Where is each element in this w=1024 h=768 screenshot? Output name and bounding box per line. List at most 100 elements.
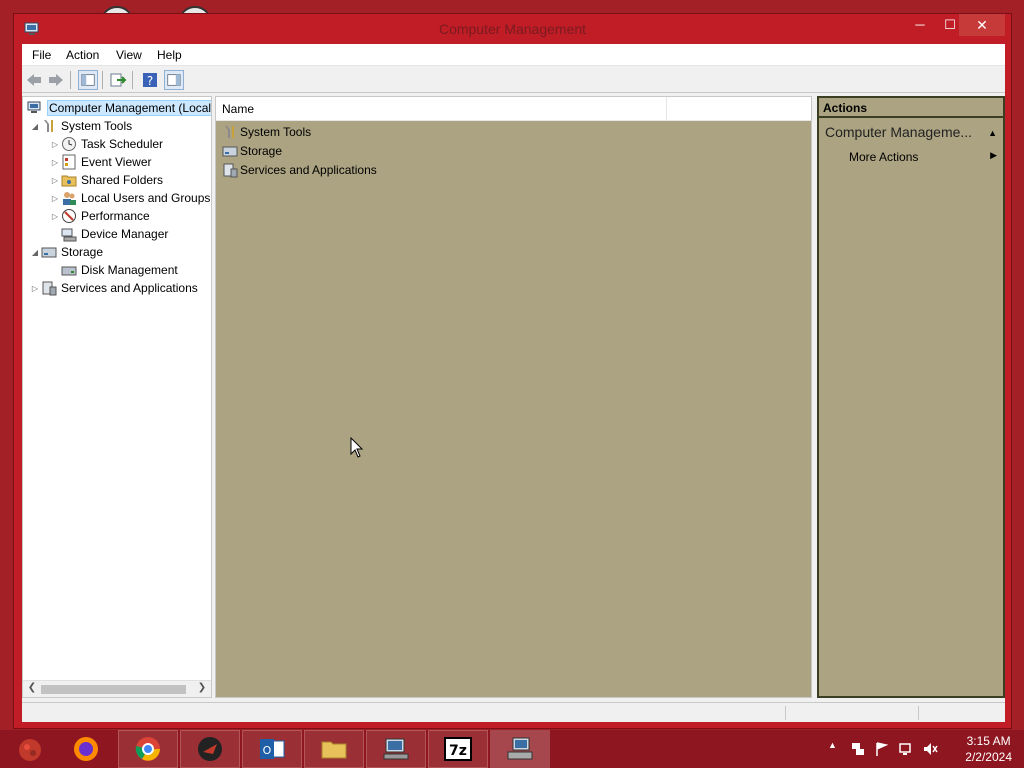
outlook-icon: O xyxy=(260,739,285,759)
computer-management-icon xyxy=(27,100,43,116)
computer-management-icon xyxy=(507,737,533,760)
menu-help[interactable]: Help xyxy=(157,48,182,62)
clock-time: 3:15 AM xyxy=(966,734,1011,748)
taskbar-7zip[interactable]: 7z xyxy=(428,730,488,768)
status-divider xyxy=(918,706,919,720)
taskbar-network[interactable] xyxy=(366,730,426,768)
menu-file[interactable]: File xyxy=(32,48,51,62)
tree-item-device-manager[interactable]: Device Manager xyxy=(49,225,168,243)
minimize-button[interactable]: ─ xyxy=(905,14,935,36)
start-orb-icon xyxy=(19,739,41,761)
expand-arrow-icon[interactable]: ▷ xyxy=(49,140,61,149)
tree-item-shared-folders[interactable]: ▷ Shared Folders xyxy=(49,171,163,189)
tree-item-computer-management[interactable]: Computer Management (Local xyxy=(27,99,211,117)
column-name-header[interactable]: Name xyxy=(222,102,254,116)
7zip-icon: 7z xyxy=(444,737,472,761)
client-area: File Action View Help ? Computer Managem… xyxy=(22,44,1005,722)
window-title: Computer Management xyxy=(438,21,587,37)
volume-muted-icon[interactable] xyxy=(922,741,938,757)
actions-pane: Actions Computer Manageme... ▲ More Acti… xyxy=(817,96,1005,698)
taskbar-outlook[interactable]: O xyxy=(242,730,302,768)
title-bar[interactable]: Computer Management ─ ☐ ✕ xyxy=(14,14,1011,44)
expand-arrow-icon[interactable]: ▷ xyxy=(49,158,61,167)
tree-item-local-users-groups[interactable]: ▷ Local Users and Groups xyxy=(49,189,210,207)
expand-arrow-icon[interactable]: ▷ xyxy=(49,194,61,203)
taskbar-computer-management[interactable] xyxy=(490,730,550,768)
services-icon xyxy=(41,280,57,296)
collapse-triangle-icon[interactable]: ▲ xyxy=(988,128,997,138)
action-center-flag-icon[interactable] xyxy=(874,741,890,757)
network-computer-icon xyxy=(383,738,409,760)
network-status-icon[interactable] xyxy=(898,741,914,757)
taskbar-clock[interactable]: 3:15 AM 2/2/2024 xyxy=(965,733,1012,765)
clock-icon xyxy=(61,136,77,152)
list-item[interactable]: Services and Applications xyxy=(222,161,377,179)
show-hidden-icons-icon[interactable]: ▲ xyxy=(828,740,837,750)
device-manager-icon xyxy=(61,226,77,242)
list-item[interactable]: Storage xyxy=(222,142,282,160)
toolbar-separator xyxy=(102,71,103,89)
menu-bar: File Action View Help xyxy=(22,44,1005,66)
disk-icon xyxy=(61,262,77,278)
console-tree: Computer Management (Local ◢ System Tool… xyxy=(22,96,212,698)
actions-header: Actions xyxy=(819,98,1003,118)
expand-arrow-icon[interactable]: ▷ xyxy=(49,212,61,221)
expand-arrow-icon[interactable]: ▷ xyxy=(29,284,41,293)
storage-icon xyxy=(41,244,57,260)
tree-item-task-scheduler[interactable]: ▷ Task Scheduler xyxy=(49,135,163,153)
network-tray-icon[interactable] xyxy=(850,741,866,757)
collapse-arrow-icon[interactable]: ◢ xyxy=(29,122,41,131)
submenu-arrow-icon: ▶ xyxy=(990,150,997,160)
status-divider xyxy=(785,706,786,720)
clock-date: 2/2/2024 xyxy=(965,750,1012,764)
taskbar-file-explorer[interactable] xyxy=(304,730,364,768)
column-header: Name xyxy=(216,97,811,121)
horizontal-scrollbar[interactable]: ❮ ❯ xyxy=(23,680,211,697)
tree-item-system-tools[interactable]: ◢ System Tools xyxy=(29,117,132,135)
event-viewer-icon xyxy=(61,154,77,170)
show-hide-action-pane-icon[interactable] xyxy=(164,70,184,90)
expand-arrow-icon[interactable]: ▷ xyxy=(49,176,61,185)
menu-action[interactable]: Action xyxy=(66,48,99,62)
start-button[interactable] xyxy=(0,730,60,768)
mouse-cursor-icon xyxy=(350,437,364,458)
menu-view[interactable]: View xyxy=(116,48,142,62)
status-bar xyxy=(22,702,1005,722)
taskbar: O 7z ▲ 3:15 AM 2/2/2024 xyxy=(0,730,1024,768)
export-list-icon[interactable] xyxy=(108,70,128,90)
scroll-left-icon[interactable]: ❮ xyxy=(25,682,39,693)
storage-icon xyxy=(222,143,238,159)
tree-item-event-viewer[interactable]: ▷ Event Viewer xyxy=(49,153,151,171)
show-hide-console-tree-icon[interactable] xyxy=(78,70,98,90)
scroll-right-icon[interactable]: ❯ xyxy=(195,682,209,693)
collapse-arrow-icon[interactable]: ◢ xyxy=(29,248,41,257)
more-actions-link[interactable]: More Actions xyxy=(849,150,918,164)
chrome-icon xyxy=(135,737,160,761)
tree-item-services-applications[interactable]: ▷ Services and Applications xyxy=(29,279,198,297)
back-arrow-icon[interactable] xyxy=(24,70,44,90)
actions-group-title[interactable]: Computer Manageme... xyxy=(825,124,972,140)
forward-arrow-icon[interactable] xyxy=(46,70,66,90)
tree-item-disk-management[interactable]: Disk Management xyxy=(49,261,178,279)
tools-icon xyxy=(41,118,57,134)
column-divider[interactable] xyxy=(666,97,667,121)
svg-text:O: O xyxy=(263,744,272,757)
taskbar-app-red[interactable] xyxy=(180,730,240,768)
tree-item-performance[interactable]: ▷ Performance xyxy=(49,207,150,225)
taskbar-firefox[interactable] xyxy=(56,730,116,768)
performance-icon xyxy=(61,208,77,224)
app-icon xyxy=(198,737,222,761)
users-icon xyxy=(61,190,77,206)
list-item[interactable]: System Tools xyxy=(222,123,311,141)
firefox-icon xyxy=(74,737,98,761)
services-icon xyxy=(222,162,238,178)
svg-text:7z: 7z xyxy=(449,743,467,759)
tree-item-storage[interactable]: ◢ Storage xyxy=(29,243,103,261)
toolbar-separator xyxy=(70,71,71,89)
computer-management-window: Computer Management ─ ☐ ✕ File Action Vi… xyxy=(13,13,1012,729)
folder-icon xyxy=(321,741,347,759)
close-button[interactable]: ✕ xyxy=(959,14,1005,36)
scroll-thumb[interactable] xyxy=(41,685,186,694)
help-icon[interactable]: ? xyxy=(140,70,160,90)
taskbar-chrome[interactable] xyxy=(118,730,178,768)
